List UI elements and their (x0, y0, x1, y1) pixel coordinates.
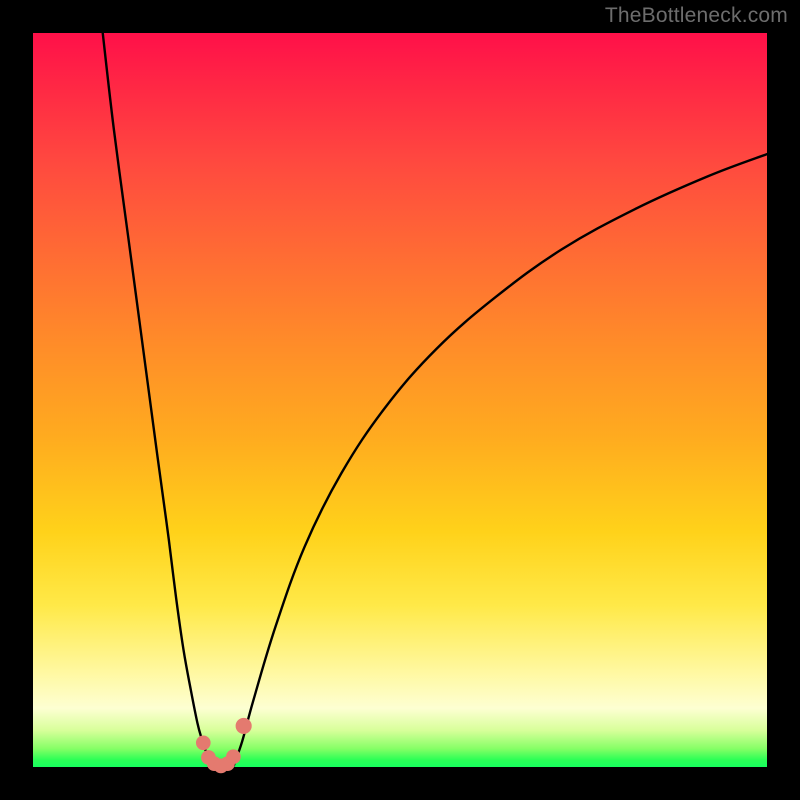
valley-marker (196, 735, 211, 750)
watermark-text: TheBottleneck.com (605, 4, 788, 28)
valley-marker (236, 718, 252, 734)
marker-group (196, 718, 252, 773)
curve-group (103, 33, 767, 767)
outer-frame: TheBottleneck.com (0, 0, 800, 800)
bottleneck-curve (103, 33, 767, 767)
valley-marker (226, 749, 241, 764)
chart-svg (33, 33, 767, 767)
